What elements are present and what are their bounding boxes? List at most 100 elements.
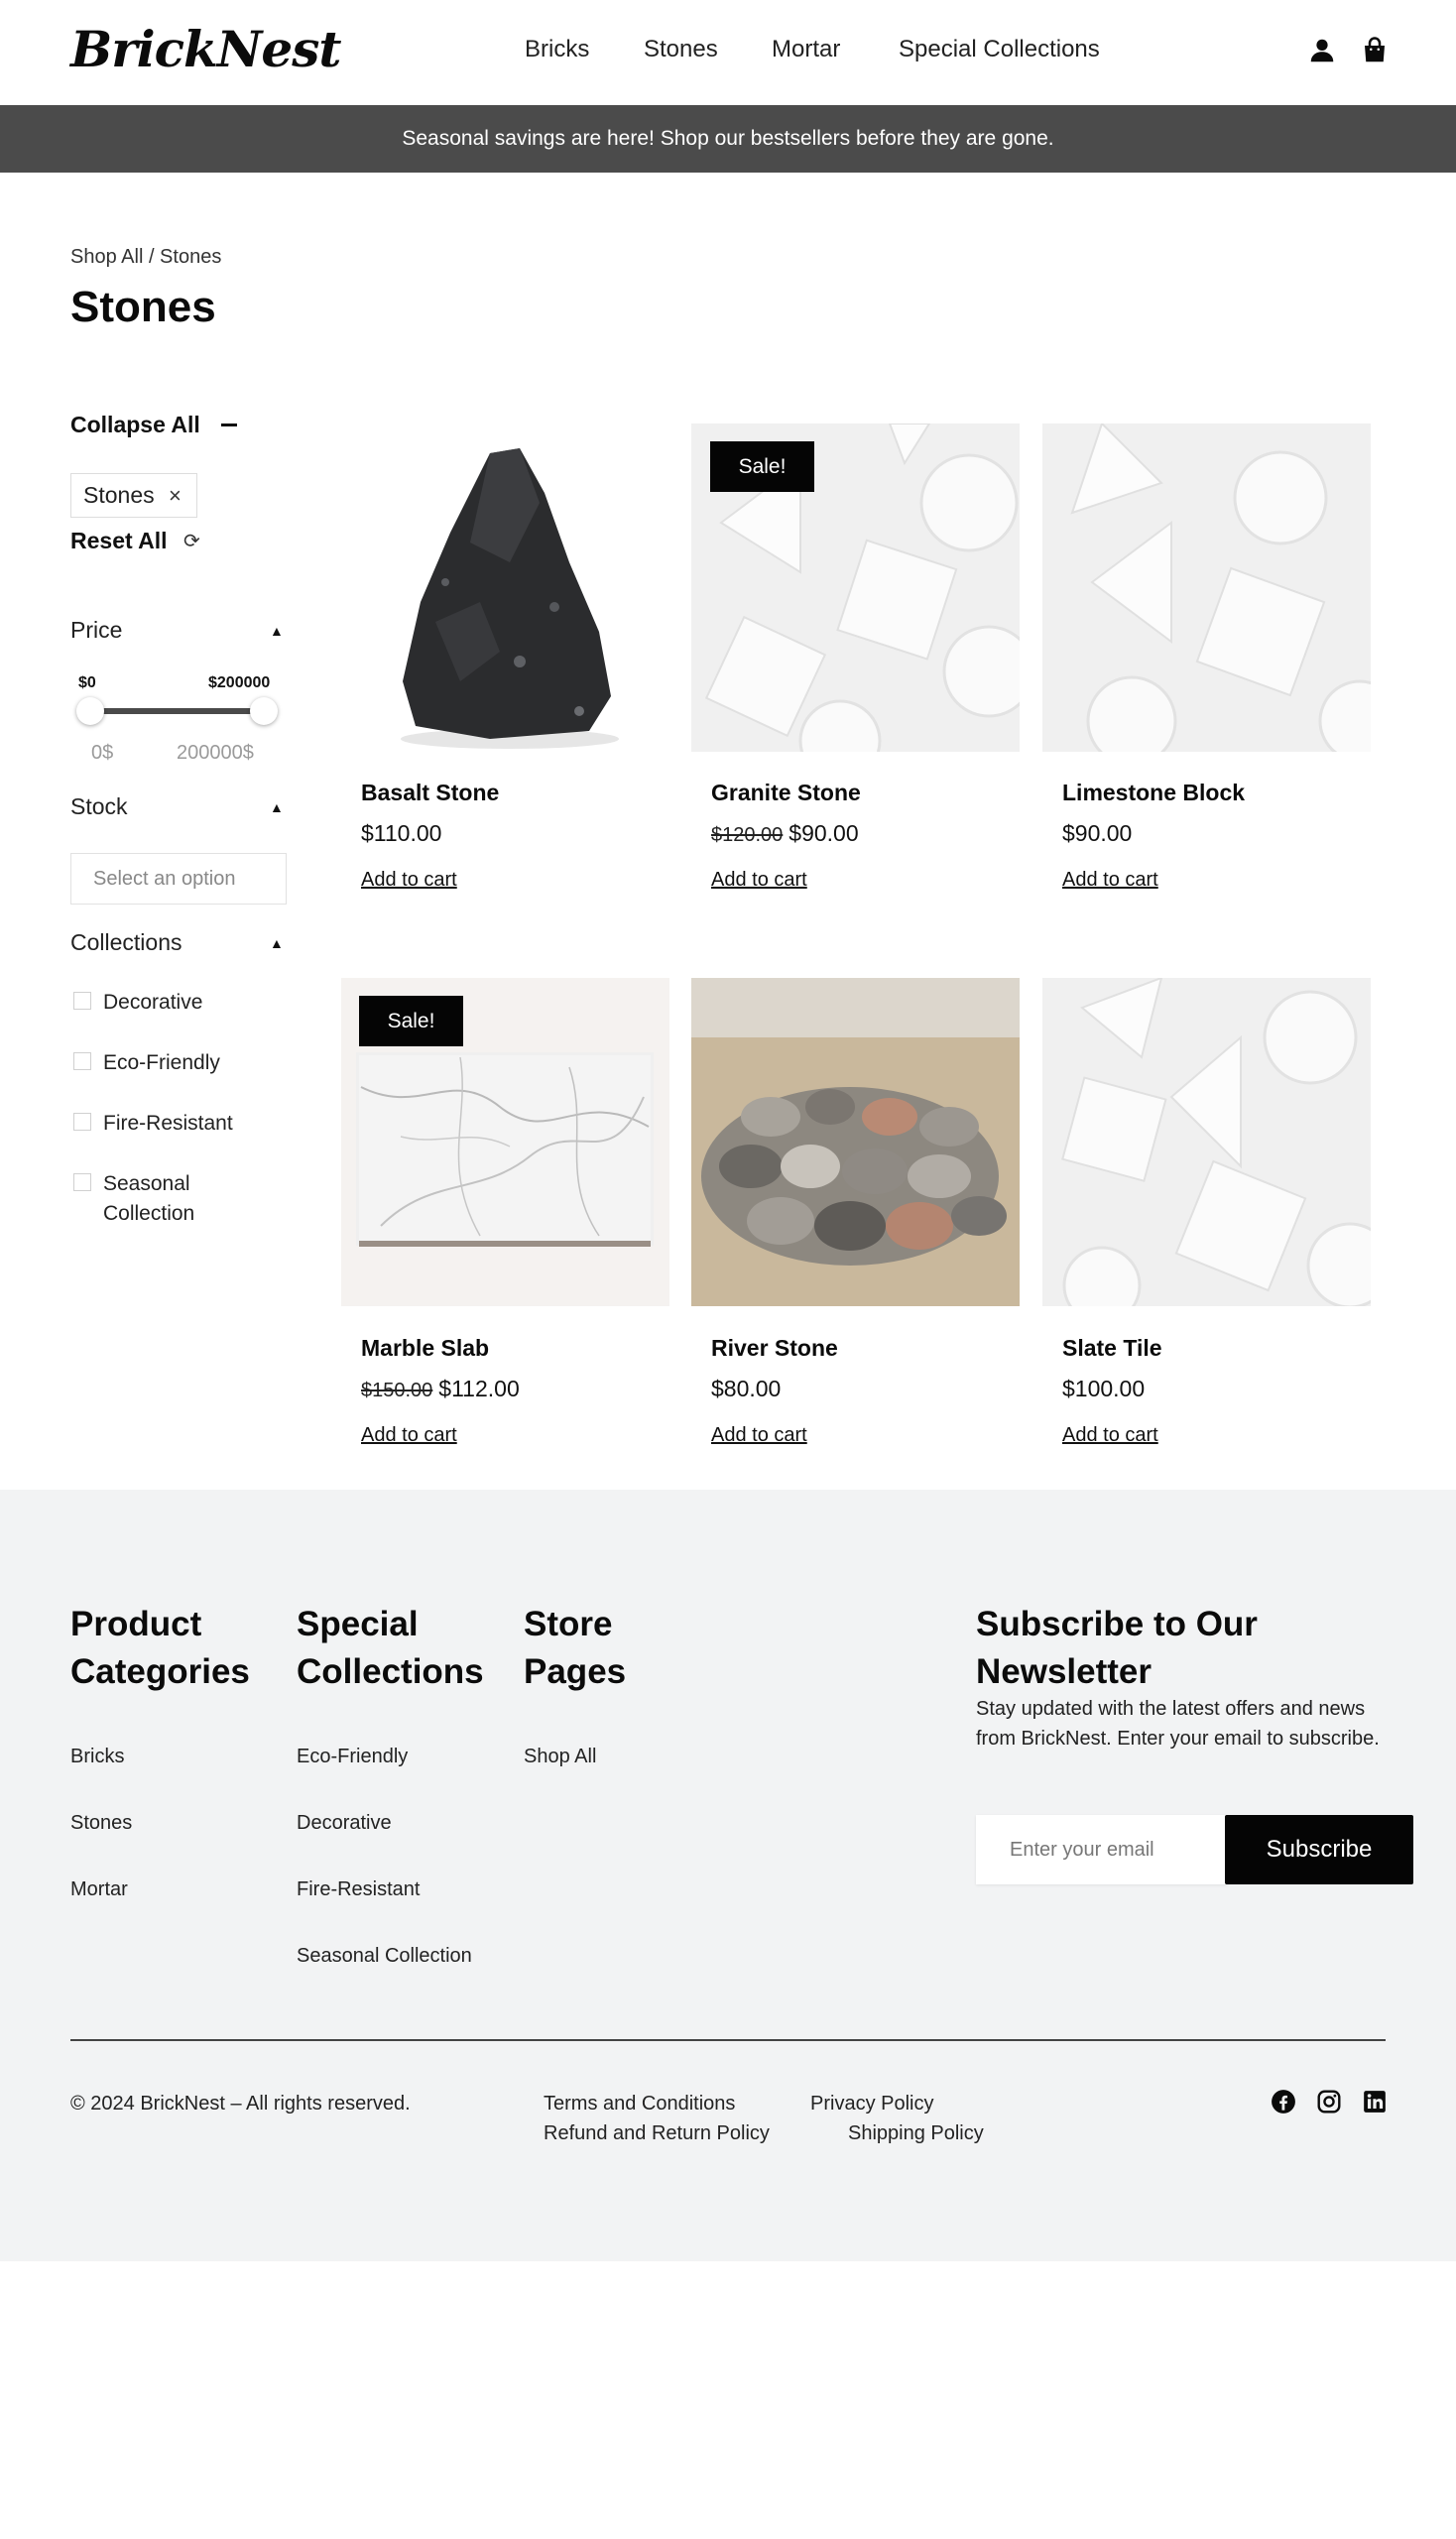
nav-item-stones[interactable]: Stones — [644, 36, 718, 63]
checkbox[interactable] — [73, 1052, 91, 1070]
collection-option-label: Eco-Friendly — [103, 1051, 220, 1074]
footer-link[interactable]: Seasonal Collection — [297, 1945, 472, 1968]
product-price: $100.00 — [1062, 1376, 1145, 1402]
product-name[interactable]: Slate Tile — [1062, 1335, 1162, 1362]
product-name[interactable]: River Stone — [711, 1335, 838, 1362]
linkedin-icon[interactable] — [1362, 2089, 1388, 2115]
nav-item-special-collections[interactable]: Special Collections — [899, 36, 1100, 63]
collections-filter-heading[interactable]: Collections — [70, 929, 182, 956]
chip-label: Stones — [83, 482, 155, 508]
collection-option-label: Fire-Resistant — [103, 1112, 233, 1135]
nav-item-mortar[interactable]: Mortar — [772, 36, 840, 63]
refund-policy-link[interactable]: Refund and Return Policy — [544, 2122, 770, 2145]
price-current: $110.00 — [361, 820, 442, 846]
product-image-basalt-stone[interactable] — [341, 423, 669, 752]
price-range-track[interactable] — [89, 708, 264, 714]
sale-badge: Sale! — [359, 996, 463, 1046]
terms-link[interactable]: Terms and Conditions — [544, 2093, 735, 2116]
checkbox[interactable] — [73, 992, 91, 1010]
chevron-up-icon[interactable]: ▲ — [270, 935, 284, 951]
product-name[interactable]: Limestone Block — [1062, 780, 1245, 806]
footer-link[interactable]: Bricks — [70, 1746, 124, 1768]
price-current: $112.00 — [438, 1376, 520, 1401]
product-price: $80.00 — [711, 1376, 781, 1402]
heading-line: Newsletter — [976, 1652, 1153, 1691]
price-current: $80.00 — [711, 1376, 782, 1401]
instagram-icon[interactable] — [1316, 2089, 1342, 2115]
heading-line: Categories — [70, 1652, 250, 1691]
nav-item-bricks[interactable]: Bricks — [525, 36, 589, 63]
minus-icon[interactable] — [221, 423, 237, 426]
footer-link[interactable]: Mortar — [70, 1878, 128, 1901]
footer-link[interactable]: Decorative — [297, 1812, 392, 1835]
price-max-label: $200000 — [208, 674, 271, 691]
price-current: $90.00 — [1062, 820, 1133, 846]
add-to-cart-button[interactable]: Add to cart — [711, 1424, 807, 1447]
chevron-up-icon[interactable]: ▲ — [270, 799, 284, 815]
price-max-handle[interactable] — [250, 697, 278, 725]
sale-badge: Sale! — [710, 441, 814, 492]
footer-link[interactable]: Shop All — [524, 1746, 596, 1768]
footer-heading-special-collections: Special Collections — [297, 1601, 484, 1696]
footer-heading-product-categories: Product Categories — [70, 1601, 250, 1696]
product-name[interactable]: Granite Stone — [711, 780, 861, 806]
newsletter-heading: Subscribe to Our Newsletter — [976, 1601, 1258, 1696]
shipping-policy-link[interactable]: Shipping Policy — [848, 2122, 984, 2145]
add-to-cart-button[interactable]: Add to cart — [1062, 1424, 1158, 1447]
product-name[interactable]: Basalt Stone — [361, 780, 499, 806]
product-price: $110.00 — [361, 820, 441, 847]
heading-line: Product — [70, 1605, 202, 1643]
active-filter-chip[interactable]: Stones × — [70, 473, 197, 518]
reset-all-button[interactable]: Reset All — [70, 528, 168, 554]
price-min-value: 0$ — [91, 742, 114, 764]
product-price: $90.00 — [1062, 820, 1132, 847]
main-nav: Bricks Stones Mortar Special Collections — [0, 36, 1456, 65]
shopping-bag-icon[interactable] — [1360, 36, 1390, 65]
product-image-limestone-block[interactable] — [1042, 423, 1371, 752]
footer-heading-store-pages: Store Pages — [524, 1601, 626, 1696]
price-filter-heading[interactable]: Price — [70, 617, 122, 644]
price-current: $90.00 — [789, 820, 859, 846]
product-price: $150.00 $112.00 — [361, 1376, 520, 1402]
price-original: $150.00 — [361, 1380, 433, 1401]
footer-link[interactable]: Eco-Friendly — [297, 1746, 408, 1768]
copyright-text: © 2024 BrickNest – All rights reserved. — [70, 2093, 411, 2115]
subscribe-button[interactable]: Subscribe — [1225, 1815, 1413, 1884]
footer-link[interactable]: Fire-Resistant — [297, 1878, 420, 1901]
heading-line: Pages — [524, 1652, 627, 1691]
product-image-river-stone[interactable] — [691, 978, 1020, 1306]
checkbox[interactable] — [73, 1173, 91, 1191]
product-image-slate-tile[interactable] — [1042, 978, 1371, 1306]
heading-line: Collections — [297, 1652, 484, 1691]
chevron-up-icon[interactable]: ▲ — [270, 623, 284, 639]
promo-banner: Seasonal savings are here! Shop our best… — [0, 105, 1456, 173]
price-min-handle[interactable] — [76, 697, 104, 725]
facebook-icon[interactable] — [1271, 2089, 1296, 2115]
add-to-cart-button[interactable]: Add to cart — [1062, 869, 1158, 892]
page-title: Stones — [70, 283, 216, 331]
stock-select[interactable]: Select an option — [70, 853, 287, 905]
email-field[interactable]: Enter your email — [976, 1815, 1228, 1884]
heading-line: Subscribe to Our — [976, 1605, 1258, 1643]
footer-link[interactable]: Stones — [70, 1812, 132, 1835]
product-price: $120.00 $90.00 — [711, 820, 859, 847]
price-original: $120.00 — [711, 824, 784, 846]
checkbox[interactable] — [73, 1113, 91, 1131]
collapse-all-button[interactable]: Collapse All — [70, 412, 200, 438]
collection-option-label: Decorative — [103, 991, 203, 1014]
product-name[interactable]: Marble Slab — [361, 1335, 489, 1362]
add-to-cart-button[interactable]: Add to cart — [361, 1424, 457, 1447]
close-icon[interactable]: × — [169, 474, 182, 517]
collection-option-label: Seasonal Collection — [103, 1172, 195, 1225]
stock-filter-heading[interactable]: Stock — [70, 793, 128, 820]
price-min-label: $0 — [78, 674, 96, 691]
newsletter-description: Stay updated with the latest offers and … — [976, 1698, 1380, 1750]
breadcrumb[interactable]: Shop All / Stones — [70, 246, 221, 269]
price-max-value: 200000$ — [177, 742, 254, 764]
price-current: $100.00 — [1062, 1376, 1146, 1401]
privacy-link[interactable]: Privacy Policy — [810, 2093, 933, 2116]
user-icon[interactable] — [1307, 36, 1337, 65]
add-to-cart-button[interactable]: Add to cart — [711, 869, 807, 892]
add-to-cart-button[interactable]: Add to cart — [361, 869, 457, 892]
refresh-icon[interactable]: ⟳ — [183, 529, 200, 553]
